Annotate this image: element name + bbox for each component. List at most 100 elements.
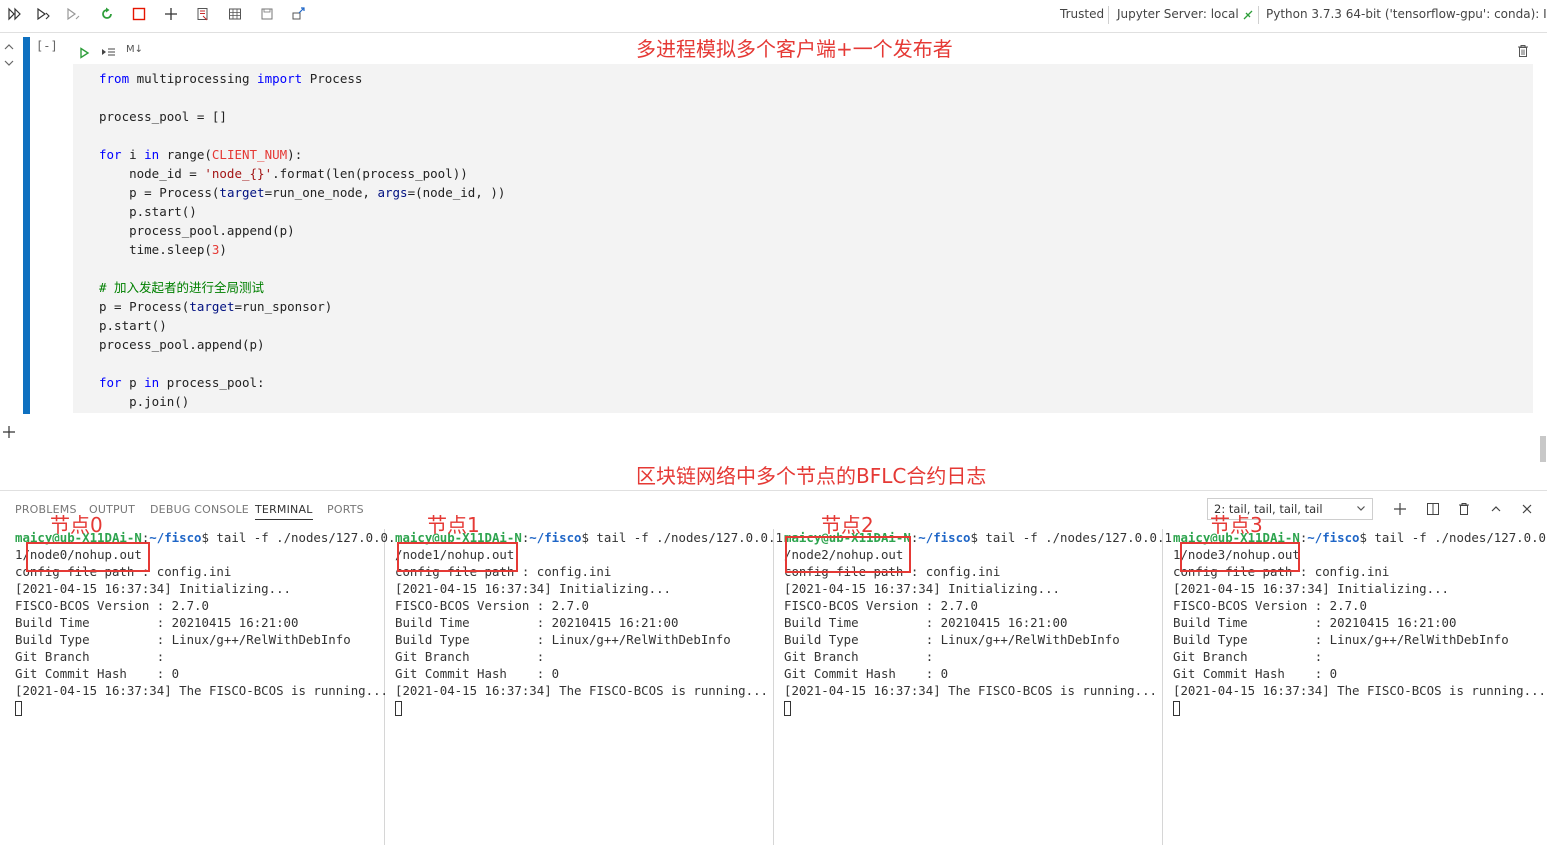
restart-icon[interactable]	[96, 4, 118, 24]
scrollbar-thumb[interactable]	[1540, 436, 1546, 462]
code-line: p = Process(target=run_sponsor)	[99, 297, 505, 316]
add-cell-icon[interactable]	[160, 4, 182, 24]
run-all-icon[interactable]	[4, 4, 26, 24]
markdown-toggle[interactable]: M↓	[126, 44, 143, 55]
collapse-cell-icon[interactable]	[2, 40, 16, 72]
terminal-log-line: Build Type : Linux/g++/RelWithDebInfo	[15, 632, 351, 647]
cell-selection-bar	[23, 37, 30, 414]
terminal-cursor-line	[15, 699, 395, 716]
terminal-node3[interactable]: maicy@ub-X11DAi-N:~/fisco$ tail -f ./nod…	[1173, 529, 1547, 845]
code-token: .format(len(process_pool))	[272, 166, 468, 181]
code-line: p.start()	[99, 316, 505, 335]
code-token: =(node_id, ))	[407, 185, 506, 200]
run-by-line-icon[interactable]	[100, 44, 116, 63]
code-line: p.join()	[99, 392, 505, 411]
run-above-icon[interactable]	[32, 4, 54, 24]
clear-outputs-icon[interactable]	[192, 4, 214, 24]
add-cell-below-icon[interactable]	[2, 423, 16, 444]
code-token: time.sleep(	[99, 242, 212, 257]
code-lines: from multiprocessing import Process proc…	[99, 69, 505, 411]
terminal-log-line: Git Commit Hash : 0	[784, 666, 949, 681]
code-token: p = Process(	[99, 185, 220, 200]
close-panel-icon[interactable]	[1518, 500, 1536, 518]
code-editor[interactable]: from multiprocessing import Process proc…	[73, 64, 1533, 413]
export-icon[interactable]	[288, 4, 310, 24]
terminal-log-line: Git Commit Hash : 0	[1173, 666, 1338, 681]
terminal-log-line: Git Branch :	[1173, 649, 1323, 664]
delete-cell-icon[interactable]	[1517, 43, 1529, 62]
server-connected-icon	[1237, 5, 1259, 25]
terminal-log-line: [2021-04-15 16:37:34] Initializing...	[395, 581, 672, 596]
terminal-log-line: [2021-04-15 16:37:34] The FISCO-BCOS is …	[395, 683, 768, 698]
toolbar-separator	[1108, 6, 1109, 24]
prompt-path: ~/fisco	[529, 530, 582, 545]
code-token: process_pool.append(p)	[99, 223, 295, 238]
node-label: 节点0	[50, 513, 103, 537]
terminal-log-line: Build Time : 20210415 16:21:00	[15, 615, 299, 630]
tab-terminal[interactable]: TERMINAL	[255, 503, 313, 520]
code-comment: # 加入发起者的进行全局测试	[99, 280, 265, 295]
code-line: # 加入发起者的进行全局测试	[99, 278, 505, 297]
code-token: in	[144, 147, 160, 162]
code-token: ):	[287, 147, 303, 162]
terminal-node0[interactable]: maicy@ub-X11DAi-N:~/fisco$ tail -f ./nod…	[15, 529, 395, 845]
code-token: 'node_{}'	[204, 166, 273, 181]
maximize-panel-icon[interactable]	[1487, 500, 1505, 518]
code-line: process_pool.append(p)	[99, 221, 505, 240]
code-token: )	[219, 242, 227, 257]
run-cell-icon[interactable]	[78, 44, 90, 63]
save-icon[interactable]	[256, 4, 278, 24]
interrupt-icon[interactable]	[128, 4, 150, 24]
node-label: 节点1	[427, 513, 480, 537]
notebook-toolbar: Trusted Jupyter Server: local Python 3.7…	[0, 0, 1547, 33]
code-token: p.join()	[99, 394, 190, 409]
terminal-log-line: Git Commit Hash : 0	[395, 666, 560, 681]
code-token: p.start()	[99, 318, 167, 333]
terminal-log-line: Git Commit Hash : 0	[15, 666, 180, 681]
code-token: Process	[302, 71, 363, 86]
highlight-box	[26, 542, 150, 572]
code-line: from multiprocessing import Process	[99, 69, 505, 88]
split-terminal-icon[interactable]	[1424, 500, 1442, 518]
code-token: p	[121, 375, 145, 390]
kernel-status[interactable]: Python 3.7.3 64-bit ('tensorflow-gpu': c…	[1266, 7, 1547, 21]
run-below-icon[interactable]	[62, 4, 84, 24]
highlight-box	[397, 542, 518, 572]
code-token: multiprocessing	[129, 71, 258, 86]
prompt-command: $ tail -f ./nodes/127.0.0.1	[581, 530, 783, 545]
terminal-log-line: FISCO-BCOS Version : 2.7.0	[1173, 598, 1367, 613]
kill-terminal-icon[interactable]	[1455, 500, 1473, 518]
code-token: p = Process(	[99, 299, 190, 314]
terminal-node2[interactable]: maicy@ub-X11DAi-N:~/fisco$ tail -f ./nod…	[784, 529, 1172, 845]
jupyter-server-status[interactable]: Jupyter Server: local	[1117, 7, 1239, 21]
bottom-panel: PROBLEMS OUTPUT DEBUG CONSOLE TERMINAL P…	[0, 490, 1547, 845]
terminal-node1[interactable]: maicy@ub-X11DAi-N:~/fisco$ tail -f ./nod…	[395, 529, 783, 845]
terminal-log-line: [2021-04-15 16:37:34] Initializing...	[784, 581, 1061, 596]
code-token: target	[189, 299, 235, 314]
terminal-log-line: Build Time : 20210415 16:21:00	[1173, 615, 1457, 630]
code-token: i	[121, 147, 145, 162]
terminal-log-line: FISCO-BCOS Version : 2.7.0	[395, 598, 589, 613]
code-line: p.start()	[99, 202, 505, 221]
trusted-status[interactable]: Trusted	[1060, 7, 1104, 21]
variables-icon[interactable]	[224, 4, 246, 24]
terminal-log-line: [2021-04-15 16:37:34] The FISCO-BCOS is …	[15, 683, 388, 698]
terminal-log-line: Git Branch :	[15, 649, 165, 664]
panel-annotation: 区块链网络中多个节点的BFLC合约日志	[636, 464, 987, 488]
prompt-path: ~/fisco	[918, 530, 971, 545]
code-token: for	[99, 375, 122, 390]
code-token: from	[99, 71, 130, 86]
terminal-log-line: FISCO-BCOS Version : 2.7.0	[15, 598, 209, 613]
new-terminal-icon[interactable]	[1391, 500, 1409, 518]
prompt-path: ~/fisco	[1307, 530, 1360, 545]
tab-debug-console[interactable]: DEBUG CONSOLE	[150, 503, 249, 516]
tab-ports[interactable]: PORTS	[327, 503, 364, 516]
terminal-cursor-line	[395, 699, 783, 716]
terminal-cursor	[1173, 701, 1180, 716]
code-token: import	[257, 71, 303, 86]
toolbar-separator	[1258, 6, 1259, 24]
cell-annotation: 多进程模拟多个客户端+一个发布者	[636, 37, 953, 61]
